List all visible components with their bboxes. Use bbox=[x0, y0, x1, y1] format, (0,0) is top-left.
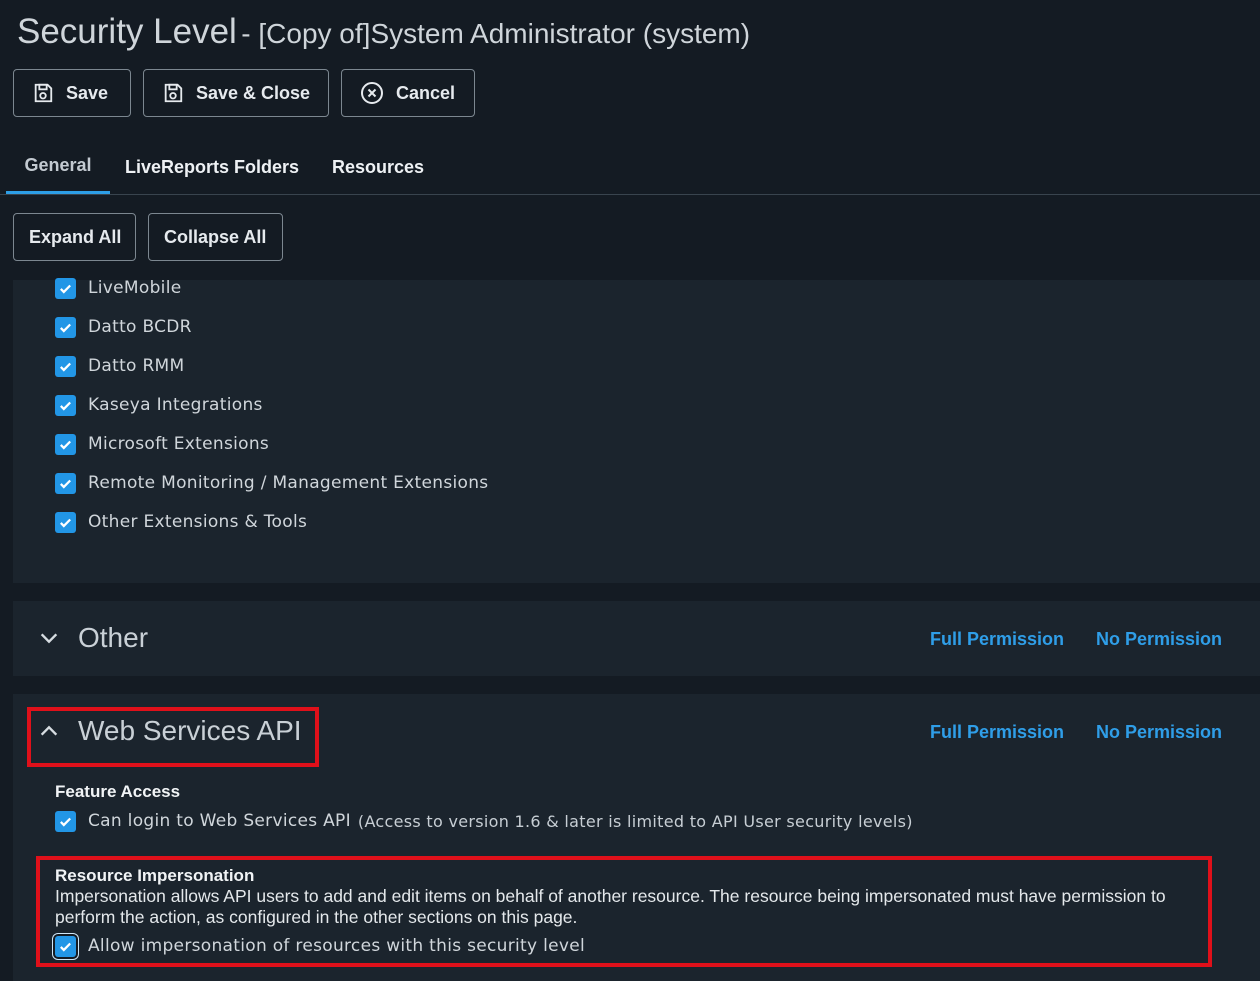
resource-impersonation-heading: Resource Impersonation bbox=[55, 866, 255, 885]
checkbox-label: Other Extensions & Tools bbox=[88, 512, 308, 532]
page-title-main: Security Level bbox=[17, 12, 237, 51]
checkbox-datto-rmm[interactable] bbox=[55, 355, 76, 377]
check-icon bbox=[60, 518, 71, 528]
checkbox-datto-bcdr[interactable] bbox=[55, 316, 76, 338]
expand-all-label: Expand All bbox=[29, 226, 122, 247]
cancel-button-label: Cancel bbox=[396, 82, 456, 103]
check-icon bbox=[60, 942, 71, 952]
save-close-button-label: Save & Close bbox=[196, 82, 311, 103]
section-web-services-toggle[interactable]: Web Services API bbox=[38, 715, 302, 747]
checkbox-label: Datto RMM bbox=[88, 356, 185, 376]
collapse-all-button[interactable]: Collapse All bbox=[148, 213, 283, 261]
checkbox-allow-impersonation[interactable] bbox=[55, 935, 76, 957]
check-icon bbox=[60, 284, 71, 294]
tab-bar: General LiveReports Folders Resources bbox=[0, 140, 1260, 195]
checkbox-login-web-services[interactable] bbox=[55, 810, 76, 832]
checkbox-note: (Access to version 1.6 & later is limite… bbox=[357, 811, 913, 831]
save-button-label: Save bbox=[66, 82, 109, 103]
floppy-disk-icon bbox=[34, 83, 53, 103]
section-other-title: Other bbox=[78, 622, 149, 653]
tab-general[interactable]: General bbox=[6, 140, 110, 194]
list-item: Datto RMM bbox=[55, 354, 185, 378]
list-item: Allow impersonation of resources with th… bbox=[55, 934, 585, 958]
checkbox-label: LiveMobile bbox=[88, 278, 182, 298]
checkbox-label: Can login to Web Services API bbox=[88, 811, 351, 831]
checkbox-label: Allow impersonation of resources with th… bbox=[88, 936, 586, 956]
checkbox-label: Kaseya Integrations bbox=[88, 395, 263, 415]
check-icon bbox=[60, 362, 71, 372]
list-item: Other Extensions & Tools bbox=[55, 510, 307, 534]
section-other bbox=[13, 601, 1260, 676]
checkbox-label: Remote Monitoring / Management Extension… bbox=[88, 473, 489, 493]
check-icon bbox=[60, 817, 71, 827]
list-item: Kaseya Integrations bbox=[55, 393, 263, 417]
tab-resources[interactable]: Resources bbox=[324, 140, 432, 194]
list-item: Can login to Web Services API (Access to… bbox=[55, 809, 913, 833]
chevron-down-icon bbox=[40, 633, 58, 644]
page-title: Security Level - [Copy of]System Adminis… bbox=[17, 12, 750, 52]
expand-all-button[interactable]: Expand All bbox=[13, 213, 136, 261]
impersonation-description: Impersonation allows API users to add an… bbox=[55, 886, 1166, 927]
check-icon bbox=[60, 479, 71, 489]
floppy-disk-icon bbox=[164, 83, 183, 103]
other-no-permission-link[interactable]: No Permission bbox=[1096, 629, 1222, 650]
checkbox-rmm-extensions[interactable] bbox=[55, 472, 76, 494]
checkbox-livemobile[interactable] bbox=[55, 277, 76, 299]
list-item: LiveMobile bbox=[55, 276, 181, 300]
save-close-button[interactable]: Save & Close bbox=[143, 69, 329, 117]
checkbox-other-extensions[interactable] bbox=[55, 511, 76, 533]
checkbox-microsoft-extensions[interactable] bbox=[55, 433, 76, 455]
check-icon bbox=[60, 401, 71, 411]
check-icon bbox=[60, 440, 71, 450]
tab-livereports-folders[interactable]: LiveReports Folders bbox=[120, 140, 304, 194]
web-services-no-permission-link[interactable]: No Permission bbox=[1096, 722, 1222, 743]
list-item: Datto BCDR bbox=[55, 315, 192, 339]
feature-access-heading: Feature Access bbox=[55, 782, 181, 801]
page-title-subtitle: - [Copy of]System Administrator (system) bbox=[241, 18, 751, 49]
list-item: Remote Monitoring / Management Extension… bbox=[55, 471, 488, 495]
cancel-button[interactable]: Cancel bbox=[341, 69, 475, 117]
chevron-up-icon bbox=[40, 725, 58, 736]
checkbox-label: Microsoft Extensions bbox=[88, 434, 270, 454]
list-item: Microsoft Extensions bbox=[55, 432, 269, 456]
web-services-full-permission-link[interactable]: Full Permission bbox=[930, 722, 1064, 743]
checkbox-label: Datto BCDR bbox=[88, 317, 192, 337]
checkbox-kaseya-integrations[interactable] bbox=[55, 394, 76, 416]
check-icon bbox=[60, 323, 71, 333]
collapse-all-label: Collapse All bbox=[164, 226, 267, 247]
section-other-toggle[interactable]: Other bbox=[38, 622, 148, 654]
other-full-permission-link[interactable]: Full Permission bbox=[930, 629, 1064, 650]
save-button[interactable]: Save bbox=[13, 69, 131, 117]
close-circle-icon bbox=[361, 82, 383, 104]
section-web-services-title: Web Services API bbox=[78, 715, 302, 746]
